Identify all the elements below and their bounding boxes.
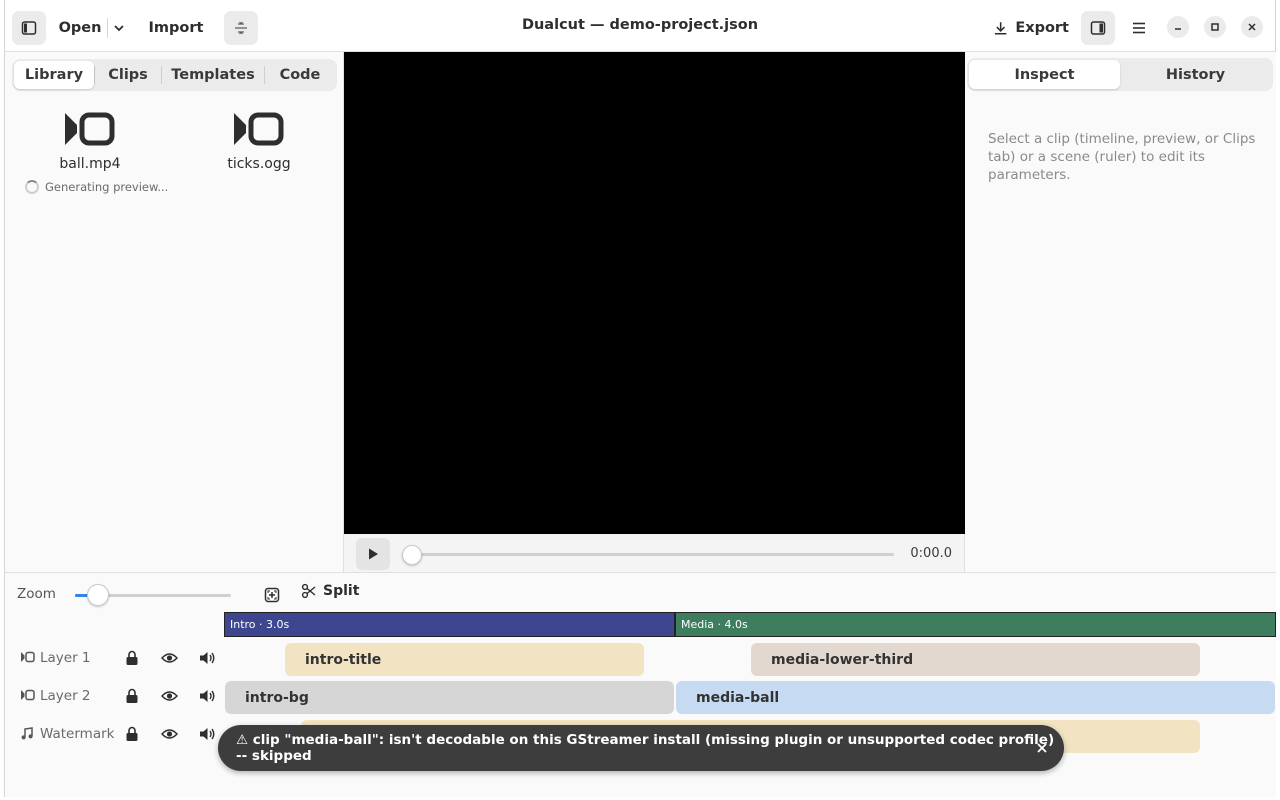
scene-label: Media · 4.0s bbox=[681, 618, 748, 631]
close-icon[interactable] bbox=[1034, 740, 1050, 756]
import-button[interactable]: Import bbox=[143, 11, 209, 45]
sidebar-toggle-button[interactable] bbox=[12, 11, 46, 45]
tab-templates[interactable]: Templates bbox=[162, 61, 264, 89]
tab-label: Templates bbox=[171, 67, 255, 83]
clip-intro-title[interactable]: intro-title bbox=[285, 643, 644, 676]
video-icon bbox=[21, 651, 35, 663]
fit-icon bbox=[264, 587, 280, 603]
music-icon bbox=[21, 727, 33, 740]
video-icon bbox=[21, 689, 35, 701]
split-button[interactable]: Split bbox=[301, 583, 359, 599]
minimize-button[interactable] bbox=[1167, 16, 1189, 38]
spinner-icon bbox=[25, 180, 39, 194]
tab-inspect[interactable]: Inspect bbox=[969, 60, 1120, 89]
fit-button[interactable] bbox=[259, 583, 285, 607]
tab-library[interactable]: Library bbox=[14, 61, 94, 89]
speaker-icon[interactable] bbox=[199, 650, 216, 666]
export-button[interactable]: Export bbox=[993, 11, 1069, 45]
tab-label: Library bbox=[24, 67, 84, 83]
minimize-icon bbox=[1175, 28, 1181, 30]
inspector-toggle-button[interactable] bbox=[1081, 11, 1115, 45]
tab-label: Clips bbox=[108, 67, 148, 83]
split-label: Split bbox=[323, 583, 360, 599]
collapse-icon bbox=[235, 21, 247, 35]
clip-media-ball[interactable]: media-ball bbox=[676, 681, 1275, 714]
scissors-icon bbox=[301, 583, 316, 599]
asset-item-ticks[interactable]: ticks.ogg bbox=[194, 112, 324, 172]
clip-media-lower-third[interactable]: media-lower-third bbox=[751, 643, 1200, 676]
download-icon bbox=[994, 22, 1007, 35]
track-name: Watermark bbox=[40, 726, 115, 742]
track-header-layer-2: Layer 2 bbox=[5, 679, 223, 713]
scene-media[interactable]: Media · 4.0s bbox=[675, 612, 1276, 637]
lock-icon[interactable] bbox=[125, 650, 139, 666]
clip-label: media-ball bbox=[696, 689, 780, 706]
import-button-label: Import bbox=[148, 20, 204, 36]
chevron-down-icon bbox=[114, 25, 124, 32]
track-header-layer-1: Layer 1 bbox=[5, 641, 223, 675]
lock-icon[interactable] bbox=[125, 726, 139, 742]
inspector-hint: Select a clip (timeline, preview, or Cli… bbox=[988, 131, 1256, 183]
clip-label: intro-bg bbox=[245, 689, 309, 706]
play-icon bbox=[369, 548, 378, 560]
asset-item-ball[interactable]: ball.mp4 bbox=[25, 112, 155, 172]
video-preview[interactable] bbox=[344, 52, 965, 534]
sidebar-icon bbox=[21, 21, 37, 35]
right-tabs: Inspect History bbox=[967, 58, 1273, 91]
clip-intro-bg[interactable]: intro-bg bbox=[225, 681, 674, 714]
app-window: Open Import Dualcut — demo-project.json bbox=[4, 0, 1276, 797]
tab-clips[interactable]: Clips bbox=[95, 61, 161, 89]
track-name: Layer 1 bbox=[40, 650, 91, 666]
seek-handle[interactable] bbox=[402, 545, 422, 565]
play-button[interactable] bbox=[356, 538, 390, 570]
tab-code[interactable]: Code bbox=[265, 61, 335, 89]
zoom-slider-handle[interactable] bbox=[87, 584, 109, 606]
eye-icon[interactable] bbox=[161, 689, 178, 703]
error-toast: ⚠ clip "media-ball": isn't decodable on … bbox=[218, 725, 1064, 771]
video-icon bbox=[65, 112, 115, 146]
asset-name: ticks.ogg bbox=[227, 156, 291, 172]
open-menu-button[interactable] bbox=[108, 11, 130, 45]
collapse-button[interactable] bbox=[224, 11, 258, 45]
inspector-panel: Inspect History Select a clip (timeline,… bbox=[965, 52, 1276, 572]
generating-preview-status: Generating preview... bbox=[25, 180, 168, 194]
right-sidebar-icon bbox=[1090, 21, 1106, 35]
open-button-label: Open bbox=[58, 20, 102, 36]
hamburger-icon bbox=[1133, 22, 1145, 34]
open-button[interactable]: Open bbox=[53, 11, 107, 45]
clip-label: intro-title bbox=[305, 651, 382, 668]
header-bar: Open Import Dualcut — demo-project.json bbox=[5, 0, 1275, 52]
tab-label: Inspect bbox=[1014, 66, 1075, 83]
speaker-icon[interactable] bbox=[199, 688, 216, 704]
asset-name: ball.mp4 bbox=[59, 156, 121, 172]
track-header-watermark: Watermark bbox=[5, 717, 223, 751]
maximize-button[interactable] bbox=[1204, 16, 1226, 38]
close-button[interactable] bbox=[1241, 16, 1263, 38]
library-panel: Library Clips Templates Code ball.mp4 ti… bbox=[5, 52, 344, 572]
track-name: Layer 2 bbox=[40, 688, 91, 704]
speaker-icon[interactable] bbox=[199, 726, 216, 742]
tab-label: History bbox=[1165, 66, 1226, 83]
seek-track[interactable] bbox=[410, 553, 894, 556]
tab-label: Code bbox=[279, 67, 321, 83]
close-icon bbox=[1248, 23, 1256, 31]
export-button-label: Export bbox=[1015, 20, 1069, 36]
maximize-icon bbox=[1211, 23, 1219, 31]
video-icon bbox=[234, 112, 284, 146]
tab-history[interactable]: History bbox=[1120, 60, 1271, 89]
transport-bar: 0:00.0 bbox=[344, 534, 965, 572]
lock-icon[interactable] bbox=[125, 688, 139, 704]
toast-message: ⚠ clip "media-ball": isn't decodable on … bbox=[236, 732, 1055, 764]
main-menu-button[interactable] bbox=[1122, 11, 1156, 45]
eye-icon[interactable] bbox=[161, 727, 178, 741]
generating-text: Generating preview... bbox=[45, 180, 169, 194]
left-tabs: Library Clips Templates Code bbox=[12, 59, 337, 91]
playback-time: 0:00.0 bbox=[910, 546, 952, 561]
scene-label: Intro · 3.0s bbox=[230, 618, 290, 631]
clip-label: media-lower-third bbox=[771, 651, 914, 668]
zoom-label: Zoom bbox=[17, 586, 56, 602]
scene-intro[interactable]: Intro · 3.0s bbox=[224, 612, 675, 637]
eye-icon[interactable] bbox=[161, 651, 178, 665]
